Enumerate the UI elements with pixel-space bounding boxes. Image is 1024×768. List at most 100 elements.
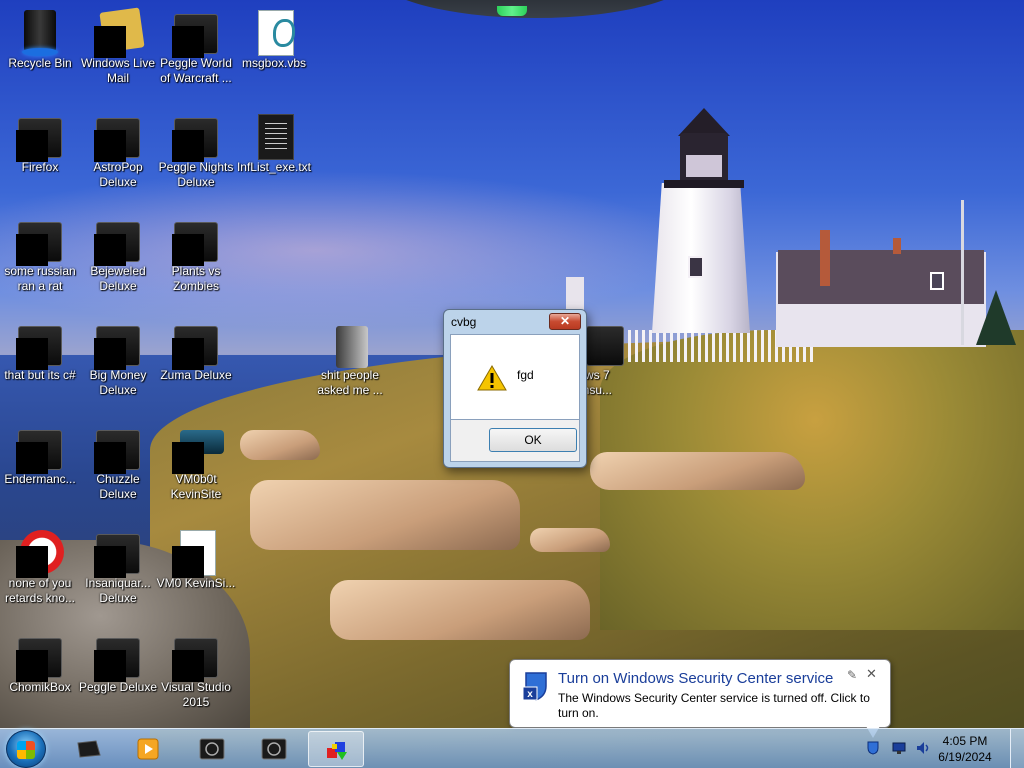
desktop-icon-bejeweled[interactable]: Bejeweled Deluxe (78, 212, 158, 310)
app-shortcut-icon (16, 218, 64, 266)
folder-icon (326, 322, 374, 370)
app-shortcut-icon (172, 634, 220, 682)
desktop-icon-visual-studio[interactable]: Visual Studio 2015 (156, 628, 236, 726)
desktop-icon-zuma[interactable]: Zuma Deluxe (156, 316, 236, 414)
desktop-icon-firefox[interactable]: Firefox (0, 108, 80, 206)
network-icon[interactable] (892, 741, 906, 755)
wallpaper-chimney (820, 230, 830, 286)
wallpaper-lighthouse-roof (678, 108, 730, 136)
wallpaper-rock (330, 580, 590, 640)
desktop-icon-peggle-nights[interactable]: Peggle Nights Deluxe (156, 108, 236, 206)
paint-app-icon (327, 742, 347, 760)
wallpaper-lighthouse-gallery (664, 180, 744, 188)
document-icon (172, 530, 220, 578)
clock-date: 6/19/2024 (938, 750, 992, 764)
desktop-icon-label: Visual Studio 2015 (161, 680, 231, 709)
desktop-icon-none-of-you[interactable]: none of you retards kno... (0, 524, 80, 622)
desktop-icon-astropop[interactable]: AstroPop Deluxe (78, 108, 158, 206)
app-shortcut-icon (172, 114, 220, 162)
desktop-icon-recycle-bin[interactable]: Recycle Bin (0, 4, 80, 102)
show-desktop-button[interactable] (1010, 729, 1024, 768)
dialog-message: fgd (517, 368, 534, 382)
desktop-icon-label: Firefox (21, 160, 59, 174)
mail-icon (94, 7, 145, 58)
desktop-icon-label: some russian ran a rat (4, 264, 76, 293)
notification-title[interactable]: Turn on Windows Security Center service (558, 670, 833, 687)
media-center-icon (77, 740, 101, 758)
taskbar: 4:05 PM 6/19/2024 (0, 728, 1024, 768)
taskbar-button-app-2[interactable] (246, 731, 302, 767)
taskbar-button-media-player[interactable] (120, 731, 176, 767)
app-shortcut-icon (16, 426, 64, 474)
wallpaper-rock (250, 480, 520, 550)
text-file-icon (250, 114, 298, 162)
taskbar-button-app-1[interactable] (184, 731, 240, 767)
taskbar-button-media-center[interactable] (60, 731, 116, 767)
ok-button[interactable]: OK (489, 428, 577, 452)
app-shortcut-icon (94, 634, 142, 682)
desktop-icon-label: Plants vs Zombies (171, 264, 221, 293)
desktop-icon-label: Chuzzle Deluxe (96, 472, 140, 501)
desktop-icon-russian-rat[interactable]: some russian ran a rat (0, 212, 80, 310)
desktop-icon-label: Endermanc... (4, 472, 76, 486)
desktop-icon-chomikbox[interactable]: ChomikBox (0, 628, 80, 726)
desktop-icon-folder-asked[interactable]: shit people asked me ... (310, 316, 390, 414)
taskbar-clock[interactable]: 4:05 PM 6/19/2024 (930, 733, 1000, 765)
media-player-icon (137, 738, 159, 760)
notification-close-button[interactable]: ✕ (866, 666, 877, 682)
svg-text:x: x (527, 689, 533, 700)
desktop-icon-peggle-deluxe[interactable]: Peggle Deluxe (78, 628, 158, 726)
desktop-icon-label: Peggle Nights Deluxe (158, 160, 234, 189)
security-shield-icon: x (522, 672, 547, 701)
desktop-icon-label: VM0b0t KevinSite (170, 472, 222, 501)
app-shortcut-icon (16, 530, 64, 578)
desktop-icon-label: Peggle Deluxe (78, 680, 158, 694)
desktop-icon-plants-vs-zombies[interactable]: Plants vs Zombies (156, 212, 236, 310)
desktop-icon-chuzzle[interactable]: Chuzzle Deluxe (78, 420, 158, 518)
desktop-icon-inflist-txt[interactable]: InfList_exe.txt (234, 108, 314, 206)
pin-icon[interactable]: ✎ (847, 668, 857, 682)
volume-icon[interactable] (916, 741, 930, 755)
app-shortcut-icon (172, 10, 220, 58)
desktop-icon-label: shit people asked me ... (317, 368, 383, 397)
desktop-icon-insaniquarium[interactable]: Insaniquar... Deluxe (78, 524, 158, 622)
app-shortcut-icon (172, 218, 220, 266)
wallpaper-rock (240, 430, 320, 460)
notification-text[interactable]: The Windows Security Center service is t… (558, 691, 878, 721)
desktop-icon-vm0b0t-kevinsite[interactable]: VM0b0t KevinSite (156, 420, 236, 518)
desktop-icon-label: ChomikBox (9, 680, 71, 694)
windows-logo-icon (17, 741, 35, 759)
desktop-icon-label: Recycle Bin (8, 56, 72, 70)
desktop-icon-that-but-csharp[interactable]: that but its c# (0, 316, 80, 414)
dialog-body: fgd (450, 334, 580, 420)
desktop-icon-endermanch[interactable]: Endermanc... (0, 420, 80, 518)
security-shield-tray-icon[interactable] (866, 741, 880, 755)
app-shortcut-icon (16, 322, 64, 370)
app-shortcut-icon (94, 426, 142, 474)
start-button[interactable] (6, 730, 46, 768)
desktop-icon-big-money[interactable]: Big Money Deluxe (78, 316, 158, 414)
wallpaper-house-window (930, 272, 944, 290)
dialog-footer: OK (450, 420, 580, 462)
desktop-icon-msgbox-vbs[interactable]: msgbox.vbs (234, 4, 314, 102)
app-shortcut-icon (16, 114, 64, 162)
desktop-icon-peggle-wow[interactable]: Peggle World of Warcraft ... (156, 4, 236, 102)
desktop-icon-label: msgbox.vbs (241, 56, 307, 70)
app-shortcut-icon (16, 634, 64, 682)
desktop-icon-label: InfList_exe.txt (236, 160, 312, 174)
close-button[interactable]: ✕ (549, 313, 581, 330)
desktop-icon-label: none of you retards kno... (4, 576, 76, 605)
desktop-icon-label: Big Money Deluxe (89, 368, 147, 397)
app-shortcut-icon (94, 530, 142, 578)
wallpaper-small-lighthouse (566, 277, 584, 313)
taskbar-button-paint[interactable] (308, 731, 364, 767)
desktop-icon-label: VM0 KevinSi... (156, 576, 236, 590)
vbs-script-icon (250, 10, 298, 58)
desktop-icon-vm0-kevinsite[interactable]: VM0 KevinSi... (156, 524, 236, 622)
recycle-bin-icon (16, 10, 64, 58)
clock-time: 4:05 PM (942, 734, 988, 748)
wallpaper-rock (530, 528, 610, 552)
app-window-icon (199, 738, 225, 760)
security-notification-balloon[interactable]: x Turn on Windows Security Center servic… (509, 659, 891, 728)
desktop-icon-windows-live-mail[interactable]: Windows Live Mail (78, 4, 158, 102)
